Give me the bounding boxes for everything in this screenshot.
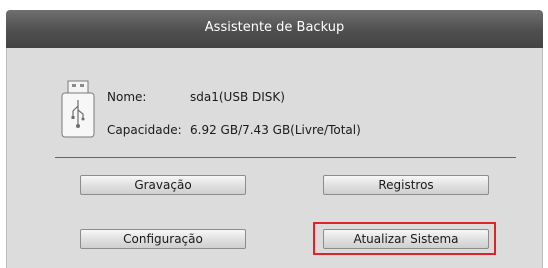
record-button[interactable]: Gravação <box>80 175 246 195</box>
device-name-value: sda1(USB DISK) <box>190 90 285 104</box>
section-divider <box>55 157 516 158</box>
config-button[interactable]: Configuração <box>80 229 246 249</box>
device-capacity-label: Capacidade: <box>107 123 182 137</box>
update-highlight-box <box>313 222 496 255</box>
window-title: Assistente de Backup <box>204 20 345 35</box>
device-capacity-value: 6.92 GB/7.43 GB(Livre/Total) <box>190 123 361 137</box>
usb-drive-icon <box>61 80 95 138</box>
device-name-label: Nome: <box>107 90 147 104</box>
backup-wizard-window: Assistente de Backup Nome: sda1(USB DISK… <box>0 0 548 268</box>
title-bar: Assistente de Backup <box>6 10 543 48</box>
logs-button[interactable]: Registros <box>323 175 489 195</box>
